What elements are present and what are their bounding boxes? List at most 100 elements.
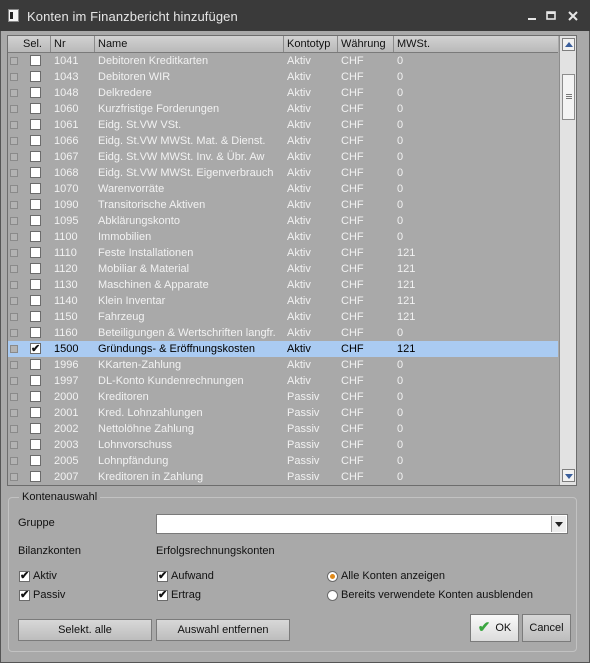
title-bar[interactable]: Konten im Finanzbericht hinzufügen [0, 0, 590, 31]
table-row[interactable]: 1130 Maschinen & Apparate Aktiv CHF 121 [8, 277, 558, 293]
row-indicator[interactable] [10, 345, 18, 353]
row-indicator[interactable] [10, 57, 18, 65]
row-select-checkbox[interactable] [30, 471, 41, 482]
row-select-checkbox[interactable] [30, 167, 41, 178]
row-select-checkbox[interactable] [30, 279, 41, 290]
row-indicator[interactable] [10, 217, 18, 225]
row-select-checkbox[interactable] [30, 199, 41, 210]
row-select-checkbox[interactable] [30, 247, 41, 258]
row-select-checkbox[interactable] [30, 263, 41, 274]
radio-hide-label[interactable]: Bereits verwendete Konten ausblenden [341, 589, 533, 601]
table-row[interactable]: 1070 Warenvorräte Aktiv CHF 0 [8, 181, 558, 197]
table-row[interactable]: 1041 Debitoren Kreditkarten Aktiv CHF 0 [8, 53, 558, 69]
row-select-checkbox[interactable] [30, 327, 41, 338]
column-header-waehrung[interactable]: Währung [338, 36, 394, 52]
accounts-grid[interactable]: Sel. Nr Name Kontotyp Währung MWSt. 1041… [7, 35, 577, 486]
row-indicator[interactable] [10, 281, 18, 289]
aufwand-checkbox[interactable] [157, 569, 168, 582]
clear-selection-button[interactable]: Auswahl entfernen [156, 619, 290, 641]
row-indicator[interactable] [10, 425, 18, 433]
vertical-scrollbar[interactable] [559, 36, 576, 485]
table-row[interactable]: 2005 Lohnpfändung Passiv CHF 0 [8, 453, 558, 469]
cancel-button[interactable]: Cancel [522, 614, 571, 642]
row-indicator[interactable] [10, 89, 18, 97]
row-select-checkbox[interactable] [30, 341, 41, 357]
table-row[interactable]: 1048 Delkredere Aktiv CHF 0 [8, 85, 558, 101]
passiv-label[interactable]: Passiv [33, 589, 65, 601]
row-select-checkbox[interactable] [30, 135, 41, 146]
table-row[interactable]: 1110 Feste Installationen Aktiv CHF 121 [8, 245, 558, 261]
row-indicator[interactable] [10, 265, 18, 273]
select-all-button[interactable]: Selekt. alle [18, 619, 152, 641]
row-select-checkbox[interactable] [30, 375, 41, 386]
row-select-checkbox[interactable] [30, 231, 41, 242]
row-indicator[interactable] [10, 329, 18, 337]
scroll-up-button[interactable] [562, 38, 575, 51]
row-indicator[interactable] [10, 393, 18, 401]
radio-all-label[interactable]: Alle Konten anzeigen [341, 570, 445, 582]
row-select-checkbox[interactable] [30, 55, 41, 66]
row-indicator[interactable] [10, 169, 18, 177]
row-indicator[interactable] [10, 297, 18, 305]
row-indicator[interactable] [10, 409, 18, 417]
table-row-selected[interactable]: 1500 Gründungs- & Eröffnungskosten Aktiv CH… [8, 341, 558, 357]
row-select-checkbox[interactable] [30, 215, 41, 226]
aktiv-label[interactable]: Aktiv [33, 570, 57, 582]
table-row[interactable]: 1067 Eidg. St.VW MWSt. Inv. & Übr. Aw Akti… [8, 149, 558, 165]
column-header-nr[interactable]: Nr [51, 36, 95, 52]
table-row[interactable]: 1140 Klein Inventar Aktiv CHF 121 [8, 293, 558, 309]
table-row[interactable]: 1061 Eidg. St.VW VSt. Aktiv CHF 0 [8, 117, 558, 133]
row-indicator[interactable] [10, 441, 18, 449]
table-row[interactable]: 2001 Kred. Lohnzahlungen Passiv CHF 0 [8, 405, 558, 421]
ok-button[interactable]: ✔ OK [470, 614, 519, 642]
radio-hide-used[interactable] [327, 590, 338, 601]
row-indicator[interactable] [10, 121, 18, 129]
table-row[interactable]: 1150 Fahrzeug Aktiv CHF 121 [8, 309, 558, 325]
row-indicator[interactable] [10, 201, 18, 209]
row-select-checkbox[interactable] [30, 311, 41, 322]
close-button[interactable] [564, 7, 582, 25]
row-indicator[interactable] [10, 105, 18, 113]
table-row[interactable]: 2000 Kreditoren Passiv CHF 0 [8, 389, 558, 405]
row-indicator[interactable] [10, 73, 18, 81]
radio-all-accounts[interactable] [327, 571, 338, 582]
row-select-checkbox[interactable] [30, 391, 41, 402]
scroll-thumb[interactable] [562, 74, 575, 120]
row-indicator[interactable] [10, 249, 18, 257]
table-row[interactable]: 1160 Beteiligungen & Wertschriften langfr… [8, 325, 558, 341]
row-select-checkbox[interactable] [30, 183, 41, 194]
row-select-checkbox[interactable] [30, 455, 41, 466]
combo-dropdown-button[interactable] [551, 516, 566, 532]
row-indicator[interactable] [10, 153, 18, 161]
row-indicator[interactable] [10, 377, 18, 385]
ertrag-label[interactable]: Ertrag [171, 589, 201, 601]
table-row[interactable]: 2007 Kreditoren in Zahlung Passiv CHF 0 [8, 469, 558, 485]
column-header-mwst[interactable]: MWSt. [394, 36, 558, 52]
row-select-checkbox[interactable] [30, 71, 41, 82]
ertrag-checkbox[interactable] [157, 588, 168, 601]
row-select-checkbox[interactable] [30, 439, 41, 450]
table-row[interactable]: 1043 Debitoren WIR Aktiv CHF 0 [8, 69, 558, 85]
row-select-checkbox[interactable] [30, 407, 41, 418]
column-header-sel[interactable]: Sel. [20, 36, 51, 52]
table-row[interactable]: 1066 Eidg. St.VW MWSt. Mat. & Dienst. Akti… [8, 133, 558, 149]
scroll-down-button[interactable] [562, 469, 575, 482]
row-select-checkbox[interactable] [30, 103, 41, 114]
row-indicator[interactable] [10, 361, 18, 369]
row-select-checkbox[interactable] [30, 87, 41, 98]
column-header-kontotyp[interactable]: Kontotyp [284, 36, 338, 52]
row-indicator[interactable] [10, 473, 18, 481]
row-select-checkbox[interactable] [30, 423, 41, 434]
minimize-button[interactable] [523, 7, 541, 25]
table-row[interactable]: 1997 DL-Konto Kundenrechnungen Aktiv CHF 0 [8, 373, 558, 389]
column-header-name[interactable]: Name [95, 36, 284, 52]
row-select-checkbox[interactable] [30, 119, 41, 130]
row-indicator[interactable] [10, 137, 18, 145]
table-row[interactable]: 2003 Lohnvorschuss Passiv CHF 0 [8, 437, 558, 453]
row-indicator[interactable] [10, 233, 18, 241]
table-row[interactable]: 1060 Kurzfristige Forderungen Aktiv CHF 0 [8, 101, 558, 117]
table-row[interactable]: 1068 Eidg. St.VW MWSt. Eigenverbrauch Akti… [8, 165, 558, 181]
passiv-checkbox[interactable] [19, 588, 30, 601]
row-indicator[interactable] [10, 185, 18, 193]
row-select-checkbox[interactable] [30, 151, 41, 162]
